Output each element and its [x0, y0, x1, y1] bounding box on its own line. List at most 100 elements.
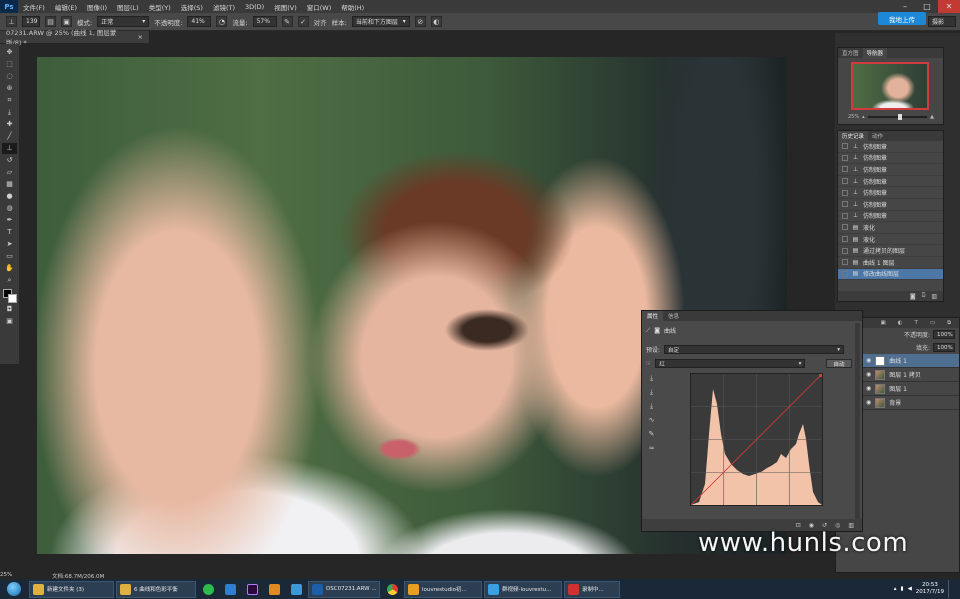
pen-tool-icon[interactable]: ✒: [2, 215, 17, 226]
brush-size-picker[interactable]: 139: [22, 16, 40, 27]
filter-adjust-icon[interactable]: ◐: [894, 318, 907, 328]
curve-point-tool-icon[interactable]: ∿: [646, 415, 657, 425]
history-checkbox[interactable]: [842, 259, 848, 266]
history-item[interactable]: ▤ 液化: [838, 222, 943, 234]
mask-icon[interactable]: ◙: [654, 327, 660, 334]
menu-view[interactable]: 视图(V): [269, 2, 302, 12]
pressure-size-icon[interactable]: ◐: [430, 16, 442, 27]
eye-icon[interactable]: ◉: [866, 399, 871, 406]
quick-select-tool-icon[interactable]: ⊛: [2, 83, 17, 94]
history-checkbox[interactable]: [842, 201, 848, 208]
tray-arrow-icon[interactable]: ▴: [894, 586, 897, 592]
pencil-tool-icon[interactable]: ✎: [646, 429, 657, 439]
eye-icon[interactable]: ◉: [866, 385, 871, 392]
history-checkbox[interactable]: [842, 247, 848, 254]
snapshot-icon[interactable]: ◙: [910, 293, 916, 300]
menu-help[interactable]: 帮助(H): [336, 2, 369, 12]
filter-pixel-icon[interactable]: ▣: [876, 318, 889, 328]
channel-select[interactable]: 红 ▾: [655, 359, 806, 368]
filter-smart-icon[interactable]: ⧉: [943, 318, 955, 328]
airbrush-icon[interactable]: ✎: [281, 16, 293, 27]
pressure-opacity-icon[interactable]: ◔: [216, 16, 228, 27]
tab-history[interactable]: 历史记录: [838, 131, 869, 141]
menu-type[interactable]: 类型(Y): [144, 2, 176, 12]
network-app-icon[interactable]: [220, 581, 240, 598]
brush-panel-icon[interactable]: ▤: [45, 16, 56, 27]
shape-tool-icon[interactable]: ▭: [2, 251, 17, 262]
tab-navigator[interactable]: 导航器: [862, 48, 888, 58]
history-checkbox[interactable]: [842, 236, 848, 243]
gradient-tool-icon[interactable]: ▦: [2, 179, 17, 190]
menu-select[interactable]: 选择(S): [176, 2, 208, 12]
brush-tool-icon[interactable]: ╱: [2, 131, 17, 142]
clock[interactable]: 20:53 2017/7/19: [916, 582, 944, 596]
history-checkbox[interactable]: [842, 178, 848, 185]
eye-icon[interactable]: ◉: [866, 357, 871, 364]
path-select-tool-icon[interactable]: ➤: [2, 239, 17, 250]
hand-tool-icon[interactable]: ✋: [2, 263, 17, 274]
menu-image[interactable]: 图像(I): [82, 2, 112, 12]
menu-filter[interactable]: 滤镜(T): [208, 2, 240, 12]
taskbar-item-folder-1[interactable]: 新建文件夹 (3): [29, 580, 114, 598]
history-checkbox[interactable]: [842, 212, 848, 219]
history-checkbox[interactable]: [842, 224, 848, 231]
tab-actions[interactable]: 动作: [868, 131, 887, 141]
tab-properties[interactable]: 属性: [642, 311, 664, 321]
history-item[interactable]: ⊥ 仿制图章: [838, 141, 943, 153]
taskbar-item-studio[interactable]: louvrestudio初...: [404, 580, 482, 598]
white-point-eyedropper-icon[interactable]: ⤓: [646, 401, 657, 411]
history-checkbox[interactable]: [842, 143, 848, 150]
history-item[interactable]: ⊥ 仿制图章: [838, 211, 943, 223]
zoom-slider-track[interactable]: [867, 114, 928, 120]
lasso-tool-icon[interactable]: ◌: [2, 71, 17, 82]
target-adjust-icon[interactable]: ☞: [646, 360, 651, 367]
eye-icon[interactable]: ◉: [866, 371, 871, 378]
history-item[interactable]: ▤ 曲线 1 图层: [838, 257, 943, 269]
taskbar-item-photoshop[interactable]: DSC07231.ARW ...: [308, 580, 380, 598]
history-item[interactable]: ▤ 液化: [838, 234, 943, 246]
menu-layer[interactable]: 图层(L): [112, 2, 144, 12]
navigator-thumbnail[interactable]: [851, 62, 929, 110]
menu-file[interactable]: 文件(F): [18, 2, 50, 12]
history-item[interactable]: ▤ 修改曲线图层: [838, 268, 943, 281]
blur-tool-icon[interactable]: ●: [2, 191, 17, 202]
healing-tool-icon[interactable]: ✚: [2, 119, 17, 130]
layer-opacity-input[interactable]: 100%: [933, 330, 955, 339]
black-point-eyedropper-icon[interactable]: ⤓: [646, 373, 657, 383]
history-checkbox[interactable]: [842, 154, 848, 161]
curve-endpoint[interactable]: [819, 374, 822, 377]
preset-select[interactable]: 自定 ▾: [664, 345, 845, 354]
clone-source-icon[interactable]: ▣: [61, 16, 72, 27]
gray-point-eyedropper-icon[interactable]: ⤓: [646, 387, 657, 397]
tab-histogram[interactable]: 直方图: [838, 48, 863, 58]
filter-type-icon[interactable]: T: [910, 318, 921, 328]
clone-stamp-tool-icon[interactable]: ⊥: [2, 142, 17, 154]
chrome-icon[interactable]: [382, 581, 402, 598]
mode-select[interactable]: 正常 ▾: [97, 16, 150, 27]
move-tool-icon[interactable]: ✥: [2, 47, 17, 58]
taskbar-item-recording[interactable]: 录制中...: [564, 580, 620, 598]
eyedropper-tool-icon[interactable]: ⤓: [2, 107, 17, 118]
marquee-tool-icon[interactable]: ⬚: [2, 59, 17, 70]
history-brush-tool-icon[interactable]: ↺: [2, 155, 17, 166]
history-checkbox[interactable]: [842, 166, 848, 173]
opacity-input[interactable]: 41%: [187, 16, 212, 27]
menu-edit[interactable]: 编辑(E): [50, 2, 82, 12]
crop-tool-icon[interactable]: ⌗: [2, 95, 17, 106]
layer-fill-input[interactable]: 100%: [933, 343, 955, 352]
history-item[interactable]: ▤ 通过拷贝的图层: [838, 245, 943, 257]
close-button[interactable]: ✕: [938, 0, 960, 13]
workspace-select[interactable]: 摄影: [928, 16, 956, 27]
screen-mode-icon[interactable]: ▣: [2, 316, 17, 327]
type-tool-icon[interactable]: T: [2, 227, 17, 238]
ignore-adjustment-icon[interactable]: ⊘: [414, 16, 426, 27]
quick-mask-icon[interactable]: ◘: [2, 304, 17, 315]
upload-button[interactable]: 我地上传: [878, 12, 926, 25]
background-color-swatch[interactable]: [7, 294, 17, 303]
media-app-icon[interactable]: [264, 581, 284, 598]
menu-3d[interactable]: 3D(D): [240, 3, 269, 11]
close-icon[interactable]: ×: [138, 33, 143, 41]
tab-info[interactable]: 信息: [663, 311, 684, 321]
trash-icon[interactable]: ▥: [931, 293, 937, 300]
auto-button[interactable]: 自动: [826, 359, 852, 368]
